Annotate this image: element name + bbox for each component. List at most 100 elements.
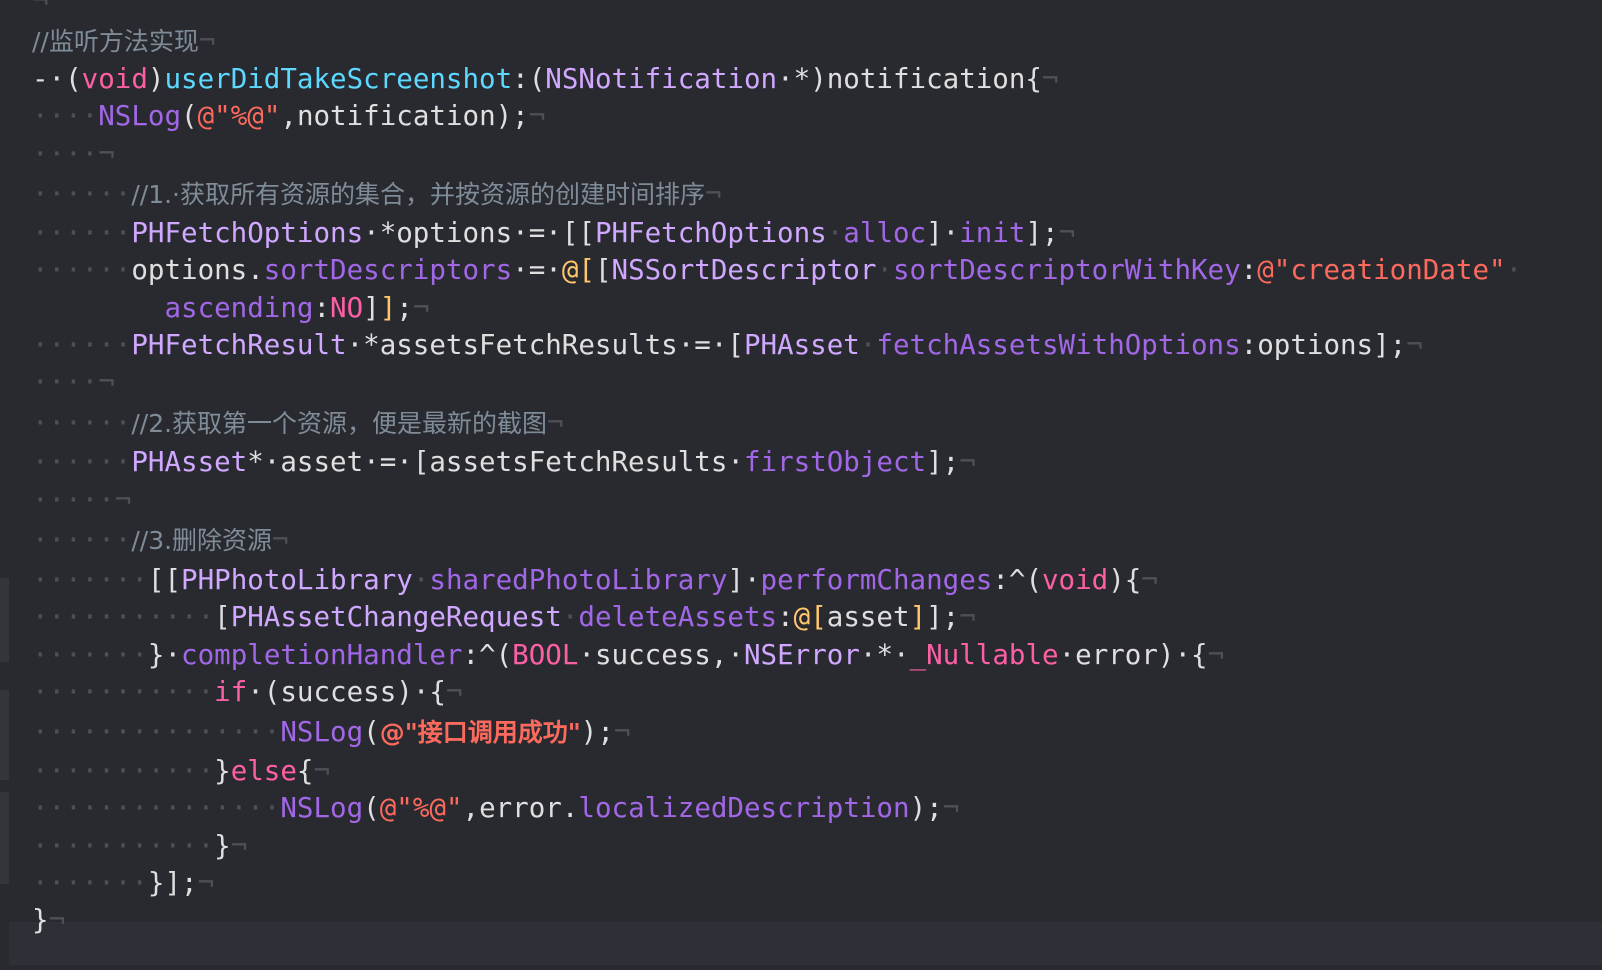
- code-token-ws: ·······: [32, 564, 148, 596]
- code-token-ws: ¬: [547, 407, 564, 439]
- code-token-method: sharedPhotoLibrary: [429, 564, 728, 596]
- code-token-ws: ······: [32, 254, 132, 286]
- code-line[interactable]: }¬: [32, 901, 65, 939]
- code-line[interactable]: -·(void)userDidTakeScreenshot:(NSNotific…: [32, 60, 1059, 98]
- current-line-highlight: [9, 922, 1602, 965]
- code-line[interactable]: ¬: [32, 0, 49, 20]
- code-line[interactable]: ···········}else{¬: [32, 752, 330, 790]
- code-token-gold: ]: [379, 292, 397, 324]
- code-token-ws: ¬: [959, 601, 976, 633]
- code-token-ws: ¬: [959, 446, 976, 478]
- code-token-ws: ···············: [32, 716, 281, 748]
- code-token-plain: [: [214, 601, 231, 633]
- code-token-ws: ······: [32, 446, 132, 478]
- code-line[interactable]: ····NSLog(@"%@",notification);¬: [32, 97, 545, 135]
- code-line[interactable]: ···········[PHAssetChangeRequest·deleteA…: [32, 598, 976, 636]
- code-token-method: alloc: [843, 217, 927, 249]
- code-token-ws: ···············: [32, 792, 281, 824]
- code-token-ws: ¬: [1207, 639, 1225, 671]
- code-token-class: NSError: [743, 639, 860, 671]
- code-token-keyword: void: [81, 63, 148, 95]
- code-line[interactable]: ······PHFetchResult·*assetsFetchResults·…: [32, 326, 1423, 364]
- code-token-ws: ···········: [32, 676, 215, 708]
- code-line[interactable]: ···········if·(success)·{¬: [32, 673, 463, 711]
- code-line[interactable]: ·······}];¬: [32, 864, 214, 902]
- code-token-ws: ····¬: [32, 366, 115, 398]
- code-token-plain: }: [32, 904, 49, 936]
- code-token-method: NSLog: [280, 792, 364, 824]
- code-token-class: PHAssetChangeRequest: [230, 601, 562, 633]
- code-token-class: PHAsset: [131, 446, 248, 478]
- code-token-class: PHFetchResult: [131, 329, 347, 361]
- code-token-plain: }];: [147, 867, 198, 899]
- code-token-ws: ¬: [445, 676, 463, 708]
- code-line[interactable]: ···············NSLog(@"%@",error.localiz…: [32, 789, 959, 827]
- code-line[interactable]: ······PHFetchOptions·*options·=·[[PHFetc…: [32, 214, 1075, 252]
- code-token-ws: ····¬: [32, 138, 115, 170]
- gutter-change-bar: [0, 792, 9, 884]
- code-token-method: NSLog: [98, 100, 182, 132]
- code-token-ws: ····: [32, 100, 99, 132]
- code-token-ws: ¬: [1058, 217, 1076, 249]
- code-token-comment: //监听方法实现: [32, 27, 199, 56]
- code-token-ws: ·······: [32, 867, 148, 899]
- code-token-keyword: NO: [330, 292, 364, 324]
- code-token-method: firstObject: [743, 446, 927, 478]
- code-token-plain: ·*·: [859, 639, 910, 671]
- code-line[interactable]: ·······}·completionHandler:^(BOOL·succes…: [32, 636, 1224, 674]
- code-token-plain: :(: [512, 63, 546, 95]
- code-token-plain: ): [147, 63, 165, 95]
- code-line[interactable]: ······options.sortDescriptors·=·@[[NSSor…: [32, 251, 1522, 289]
- code-token-plain: :^(: [462, 639, 513, 671]
- code-token-plain: (: [363, 716, 380, 748]
- code-line[interactable]: ····¬: [32, 363, 115, 401]
- code-token-plain: ·=·: [512, 254, 562, 286]
- code-token-plain: ];: [1025, 217, 1059, 249]
- code-token-ws: ·: [876, 254, 893, 286]
- code-line[interactable]: ·····¬: [32, 481, 131, 519]
- code-token-ws: ¬: [32, 0, 49, 17]
- code-token-ws: ······: [32, 217, 132, 249]
- code-token-method: init: [959, 217, 1026, 249]
- code-token-ws: ¬: [198, 25, 216, 57]
- code-token-ws: ···········: [32, 755, 215, 787]
- code-line[interactable]: //监听方法实现¬: [32, 22, 215, 60]
- code-token-gold: @[: [793, 601, 827, 633]
- code-line[interactable]: ······//1.·获取所有资源的集合，并按资源的创建时间排序¬: [32, 175, 722, 213]
- code-token-plain: (: [181, 100, 198, 132]
- code-token-plain: ;: [396, 292, 413, 324]
- code-token-plain: [[: [147, 564, 182, 596]
- code-token-comment: //1.·获取所有资源的集合，并按资源的创建时间排序: [131, 180, 705, 209]
- code-token-ws: ·: [412, 564, 430, 596]
- code-line[interactable]: ···············NSLog(@"接口调用成功");¬: [32, 713, 630, 751]
- code-token-plain: [: [594, 254, 612, 286]
- code-line[interactable]: ······//3.删除资源¬: [32, 521, 289, 559]
- code-token-string: @"%@": [379, 792, 463, 824]
- code-line[interactable]: ····¬: [32, 135, 115, 173]
- code-token-plain: asset: [826, 601, 910, 633]
- code-token-comment: //3.删除资源: [131, 526, 273, 555]
- code-line[interactable]: ······//2.获取第一个资源，便是最新的截图¬: [32, 404, 564, 442]
- code-editor[interactable]: ¬//监听方法实现¬ -·(void)userDidTakeScreenshot:…: [0, 0, 1602, 970]
- code-token-plain: ,notification);: [280, 100, 529, 132]
- code-line[interactable]: ascending:NO]];¬: [32, 289, 429, 327]
- code-token-plain: ];: [926, 601, 960, 633]
- code-token-ws: ¬: [528, 100, 546, 132]
- code-token-plain: options.: [131, 254, 264, 286]
- code-token-comment: //2.获取第一个资源，便是最新的截图: [131, 409, 548, 438]
- gutter-change-bar: [0, 690, 9, 780]
- code-token-plain: :: [313, 292, 331, 324]
- gutter-change-bar: [0, 578, 9, 662]
- code-token-plain: (: [363, 792, 380, 824]
- code-token-plain: ,error.: [462, 792, 579, 824]
- code-line[interactable]: ······PHAsset*·asset·=·[assetsFetchResul…: [32, 443, 976, 481]
- code-line[interactable]: ·······[[PHPhotoLibrary·sharedPhotoLibra…: [32, 561, 1158, 599]
- code-token-method: performChanges: [760, 564, 993, 596]
- code-token-plain: :: [1240, 254, 1258, 286]
- code-token-plain: ·*)notification{: [777, 63, 1042, 95]
- code-token-keyword: _Nullable: [909, 639, 1059, 671]
- code-token-plain: ·success,·: [578, 639, 744, 671]
- code-token-method: completionHandler: [181, 639, 463, 671]
- code-line[interactable]: ···········}¬: [32, 827, 247, 865]
- code-token-method: sortDescriptorWithKey: [892, 254, 1241, 286]
